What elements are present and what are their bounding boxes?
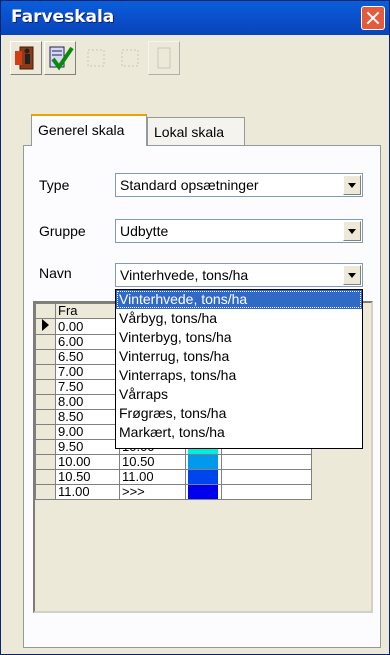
dropdown-option[interactable]: Vinterbyg, tons/ha bbox=[116, 328, 362, 347]
cell-to[interactable]: 11.00 bbox=[119, 469, 186, 485]
title-bar[interactable]: Farveskala bbox=[1, 1, 389, 35]
dropdown-option[interactable]: Vinterrug, tons/ha bbox=[116, 347, 362, 366]
color-swatch bbox=[188, 470, 218, 484]
cell-color[interactable] bbox=[185, 454, 222, 470]
cell-extra[interactable] bbox=[221, 454, 312, 470]
color-swatch bbox=[188, 455, 218, 469]
type-select[interactable]: Standard opsætninger bbox=[115, 173, 363, 197]
dropdown-option[interactable]: Vinterhvede, tons/ha bbox=[116, 290, 362, 309]
cell-from[interactable]: 7.50 bbox=[55, 379, 120, 395]
table-row[interactable]: 10.50 11.00 bbox=[35, 469, 312, 485]
column-header-from[interactable]: Fra bbox=[55, 303, 120, 319]
checklist-icon bbox=[49, 46, 74, 71]
cell-from[interactable]: 8.50 bbox=[55, 409, 120, 425]
close-button[interactable] bbox=[361, 6, 385, 30]
row-selector[interactable] bbox=[35, 454, 56, 470]
exit-door-icon bbox=[15, 46, 34, 70]
exit-button[interactable] bbox=[10, 41, 42, 75]
table-button-1[interactable] bbox=[80, 41, 112, 75]
cell-from[interactable]: 10.50 bbox=[55, 469, 120, 485]
cell-from[interactable]: 6.00 bbox=[55, 334, 120, 350]
cell-from[interactable]: 9.50 bbox=[55, 439, 120, 455]
grid-table-icon bbox=[121, 49, 139, 67]
chevron-down-icon[interactable] bbox=[343, 221, 361, 241]
chevron-down-icon[interactable] bbox=[343, 265, 361, 285]
tab-generel-skala[interactable]: Generel skala bbox=[31, 114, 147, 146]
color-swatch bbox=[188, 485, 218, 499]
table-row[interactable]: 11.00 >>> bbox=[35, 484, 312, 500]
row-selector[interactable] bbox=[35, 334, 56, 350]
window-title: Farveskala bbox=[11, 7, 115, 27]
row-selector[interactable] bbox=[35, 394, 56, 410]
group-label: Gruppe bbox=[39, 223, 86, 239]
group-value: Udbytte bbox=[120, 223, 169, 239]
dropdown-option[interactable]: Vårraps bbox=[116, 385, 362, 404]
cell-color[interactable] bbox=[185, 469, 222, 485]
cell-from[interactable]: 10.00 bbox=[55, 454, 120, 470]
row-selector[interactable] bbox=[35, 349, 56, 365]
name-select[interactable]: Vinterhvede, tons/ha bbox=[115, 263, 363, 287]
cell-color[interactable] bbox=[185, 484, 222, 500]
document-button[interactable] bbox=[148, 41, 180, 75]
group-select[interactable]: Udbytte bbox=[115, 219, 363, 243]
document-icon bbox=[157, 47, 171, 69]
dropdown-option[interactable]: Frøgræs, tons/ha bbox=[116, 404, 362, 423]
row-selector[interactable] bbox=[35, 469, 56, 485]
apply-button[interactable] bbox=[44, 41, 76, 75]
type-value: Standard opsætninger bbox=[120, 177, 259, 193]
name-dropdown-list[interactable]: Vinterhvede, tons/ha Vårbyg, tons/ha Vinte… bbox=[115, 289, 363, 449]
cell-from[interactable]: 6.50 bbox=[55, 349, 120, 365]
table-row[interactable]: 10.00 10.50 bbox=[35, 454, 312, 470]
row-selector[interactable] bbox=[35, 409, 56, 425]
row-selector[interactable] bbox=[35, 379, 56, 395]
cell-extra[interactable] bbox=[221, 469, 312, 485]
row-selector[interactable] bbox=[35, 424, 56, 440]
grid-table-icon bbox=[87, 49, 105, 67]
cell-to[interactable]: >>> bbox=[119, 484, 186, 500]
table-button-2[interactable] bbox=[114, 41, 146, 75]
current-row-indicator-icon[interactable] bbox=[35, 318, 56, 335]
name-label: Navn bbox=[39, 265, 72, 281]
cell-from[interactable]: 8.00 bbox=[55, 394, 120, 410]
cell-from[interactable]: 0.00 bbox=[55, 318, 120, 335]
row-selector[interactable] bbox=[35, 484, 56, 500]
dropdown-option[interactable]: Vårbyg, tons/ha bbox=[116, 309, 362, 328]
farveskala-window: Farveskala Generel skala Lokal skala Typ… bbox=[0, 0, 390, 655]
dropdown-option[interactable]: Vinterraps, tons/ha bbox=[116, 366, 362, 385]
chevron-down-icon[interactable] bbox=[343, 175, 361, 195]
row-selector[interactable] bbox=[35, 364, 56, 380]
header-corner bbox=[35, 303, 56, 319]
cell-from[interactable]: 7.00 bbox=[55, 364, 120, 380]
dropdown-option[interactable]: Markært, tons/ha bbox=[116, 423, 362, 442]
cell-from[interactable]: 9.00 bbox=[55, 424, 120, 440]
name-value: Vinterhvede, tons/ha bbox=[120, 267, 249, 283]
row-selector[interactable] bbox=[35, 439, 56, 455]
tab-lokal-skala[interactable]: Lokal skala bbox=[147, 117, 245, 145]
cell-from[interactable]: 11.00 bbox=[55, 484, 120, 500]
cell-to[interactable]: 10.50 bbox=[119, 454, 186, 470]
cell-extra[interactable] bbox=[221, 484, 312, 500]
type-label: Type bbox=[39, 177, 70, 193]
